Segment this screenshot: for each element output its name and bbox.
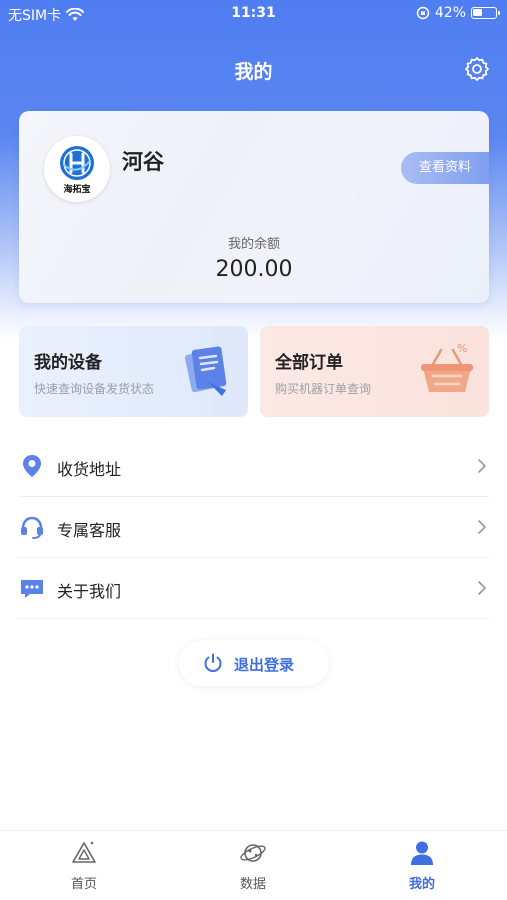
menu-item-shipping-address[interactable]: 收货地址	[19, 436, 489, 497]
status-right: 42%	[416, 5, 500, 21]
chevron-right-icon	[478, 581, 486, 595]
balance-label: 我的余额	[227, 237, 280, 252]
card-title: 我的设备	[34, 353, 102, 373]
profile-card: 海拓宝 河谷 查看资料 我的余额 200.00	[19, 111, 489, 303]
tab-bar: 首页 数据 我的	[0, 830, 507, 900]
home-triangle-icon	[72, 841, 96, 863]
tab-label: 我的	[408, 877, 435, 892]
menu-label: 关于我们	[57, 582, 122, 601]
battery-icon	[471, 7, 500, 19]
menu-item-about-us[interactable]: 关于我们	[19, 558, 489, 619]
tab-label: 数据	[239, 877, 266, 892]
tab-label: 首页	[70, 877, 97, 892]
orientation-lock-icon	[416, 6, 430, 20]
battery-level	[473, 9, 482, 16]
card-title: 全部订单	[275, 353, 343, 373]
chevron-right-icon	[478, 459, 486, 473]
card-subtitle: 购买机器订单查询	[275, 382, 372, 396]
tab-mine[interactable]: 我的	[382, 837, 462, 895]
page-title: 我的	[234, 61, 273, 83]
svg-text:%: %	[457, 342, 467, 355]
tab-data[interactable]: 数据	[213, 837, 293, 895]
shopping-basket-icon: %	[421, 342, 473, 392]
menu-label: 收货地址	[57, 460, 122, 479]
settings-gear-icon[interactable]	[463, 55, 491, 83]
avatar-caption: 海拓宝	[63, 185, 91, 195]
device-document-icon	[184, 346, 227, 396]
menu-label: 专属客服	[57, 521, 122, 540]
chevron-right-icon	[478, 520, 486, 534]
power-icon	[204, 653, 222, 672]
location-pin-icon	[23, 455, 41, 477]
view-profile-button[interactable]: 查看资料	[401, 152, 489, 184]
status-bar: 无SIM卡 11:31 42%	[0, 0, 507, 28]
my-devices-card[interactable]: 我的设备 快速查询设备发货状态	[19, 326, 248, 417]
tab-home[interactable]: 首页	[44, 837, 124, 895]
user-icon	[411, 841, 433, 865]
card-subtitle: 快速查询设备发货状态	[34, 382, 155, 396]
avatar[interactable]: 海拓宝	[44, 136, 110, 202]
planet-icon	[240, 844, 266, 862]
balance-value: 200.00	[215, 257, 293, 282]
menu-item-customer-service[interactable]: 专属客服	[19, 497, 489, 558]
battery-percent: 42%	[434, 5, 466, 21]
headset-icon	[21, 516, 43, 539]
all-orders-card[interactable]: 全部订单 购买机器订单查询 %	[260, 326, 489, 417]
logout-label: 退出登录	[234, 656, 295, 674]
logout-button[interactable]: 退出登录	[179, 640, 329, 686]
chat-bubble-icon	[21, 580, 43, 598]
user-name: 河谷	[122, 150, 164, 174]
